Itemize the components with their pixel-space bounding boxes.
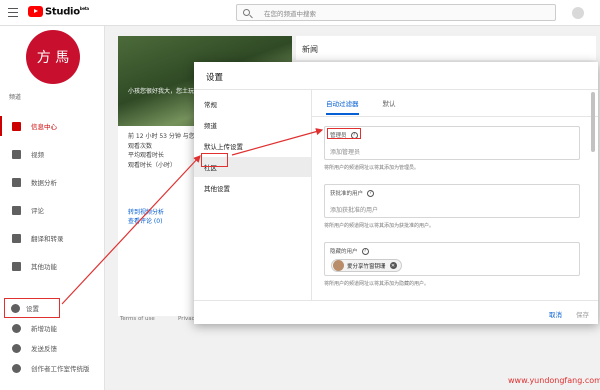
help-icon[interactable]: ? [361, 247, 369, 255]
sidebar-item-label: 评论 [31, 207, 44, 215]
sidebar-item-analytics[interactable]: 数据分析 [0, 168, 105, 196]
user-chip[interactable]: 爱分享竹窗钥珊 ✕ [331, 259, 402, 272]
sidebar: 方 馬 频道 信息中心 视频 数据分析 评论 翻译和转录 其他功能 设置 新增功… [0, 26, 105, 390]
sidebar-item-label: 新增功能 [31, 325, 57, 333]
video-icon [12, 149, 21, 159]
sidebar-item-comments[interactable]: 评论 [0, 196, 105, 224]
news-title: 新闻 [302, 45, 318, 54]
hidden-users-field[interactable]: 隐藏的用户 ? 爱分享竹窗钥珊 ✕ [324, 242, 580, 276]
search-icon [243, 9, 250, 16]
dialog-footer: 取消 保存 [194, 300, 598, 324]
video-caption: 小孩您很好我大，您土玩意 [128, 88, 201, 95]
video-links: 转到视频分析 查看评论 (0) [128, 208, 164, 226]
search-bar[interactable]: 在您的频道中搜索 [236, 4, 556, 21]
sidebar-item-classic-studio[interactable]: 创作者工作室传统版 [0, 358, 105, 378]
dashboard-icon [12, 121, 21, 131]
news-card: 新闻 [296, 36, 596, 60]
logo-text: Studiobeta [45, 6, 89, 18]
info-icon [12, 323, 21, 333]
tab-auto-filters[interactable]: 自动过滤器 [326, 98, 359, 115]
approved-users-field[interactable]: 获批准的用户 ? 添加获批准的用户 [324, 184, 580, 218]
save-button[interactable]: 保存 [576, 309, 589, 319]
sidebar-bottom: 设置 新增功能 发送反馈 创作者工作室传统版 [0, 298, 105, 378]
community-settings-panel: 自动过滤器 默认 管理员 ? 添加管理员 将所用户的频道网址以将其添加为管理员。… [312, 90, 598, 300]
approved-users-input[interactable]: 添加获批准的用户 [330, 205, 378, 214]
sidebar-item-label: 视频 [31, 151, 44, 159]
feedback-icon [12, 343, 21, 353]
sidebar-item-label: 设置 [26, 305, 39, 313]
divider [312, 116, 598, 117]
field-label: 隐藏的用户 ? [330, 247, 369, 255]
watermark: www.yundongfang.com [508, 376, 600, 385]
field-label: 获批准的用户 ? [330, 189, 375, 197]
comment-icon [12, 205, 21, 215]
annotation-box [327, 128, 361, 139]
sidebar-item-label: 其他功能 [31, 263, 57, 271]
moderators-field[interactable]: 管理员 ? 添加管理员 [324, 126, 580, 160]
close-icon[interactable]: ✕ [389, 262, 397, 269]
translate-icon [12, 233, 21, 243]
youtube-play-icon [28, 6, 43, 18]
account-avatar[interactable] [572, 7, 584, 19]
sidebar-item-dashboard[interactable]: 信息中心 [0, 112, 105, 140]
sidebar-item-whats-new[interactable]: 新增功能 [0, 318, 105, 338]
view-comments-link[interactable]: 查看评论 (0) [128, 217, 164, 226]
chip-label: 爱分享竹窗钥珊 [347, 263, 386, 270]
classic-studio-icon [12, 363, 21, 373]
hamburger-menu-icon[interactable] [8, 8, 18, 17]
gear-icon [11, 303, 20, 313]
hidden-users-label: 隐藏的用户 [330, 249, 358, 255]
settings-dialog: 设置 常规 频道 默认上传设置 社区 其他设置 自动过滤器 默认 管理员 ? 添… [194, 62, 598, 324]
analytics-icon [12, 177, 21, 187]
field-helper-text: 将所用户的频道网址以将其添加为获批准的用户。 [324, 223, 435, 229]
sidebar-nav: 信息中心 视频 数据分析 评论 翻译和转录 其他功能 [0, 112, 105, 280]
top-bar: Studiobeta 在您的频道中搜索 [0, 0, 600, 26]
settings-nav-other[interactable]: 其他设置 [194, 178, 311, 198]
tab-defaults[interactable]: 默认 [383, 98, 396, 115]
sidebar-item-translations[interactable]: 翻译和转录 [0, 224, 105, 252]
annotation-box [201, 153, 228, 167]
sidebar-item-settings[interactable]: 设置 [4, 298, 60, 318]
help-icon[interactable]: ? [367, 189, 375, 197]
sidebar-item-videos[interactable]: 视频 [0, 140, 105, 168]
sidebar-item-label: 发送反馈 [31, 345, 57, 353]
sidebar-item-feedback[interactable]: 发送反馈 [0, 338, 105, 358]
scroll-thumb[interactable] [591, 92, 595, 152]
avatar [333, 260, 344, 271]
cancel-button[interactable]: 取消 [549, 309, 562, 319]
more-features-icon [12, 261, 21, 271]
sidebar-item-label: 数据分析 [31, 179, 57, 187]
tab-bar: 自动过滤器 默认 [326, 98, 420, 115]
sidebar-item-other-features[interactable]: 其他功能 [0, 252, 105, 280]
moderators-input[interactable]: 添加管理员 [330, 147, 360, 156]
scrollbar[interactable] [591, 92, 595, 292]
channel-label: 频道 [9, 94, 22, 101]
sidebar-item-label: 信息中心 [31, 123, 57, 131]
field-helper-text: 将所用户的频道网址以将其添加为隐藏的用户。 [324, 281, 430, 287]
terms-link[interactable]: Terms of use [120, 316, 155, 322]
sidebar-item-label: 翻译和转录 [31, 235, 64, 243]
approved-users-label: 获批准的用户 [330, 191, 364, 197]
channel-avatar[interactable]: 方 馬 [26, 30, 80, 84]
search-input[interactable]: 在您的频道中搜索 [264, 8, 316, 18]
field-helper-text: 将所用户的频道网址以将其添加为管理员。 [324, 165, 420, 171]
settings-nav-general[interactable]: 常规 [194, 94, 311, 114]
settings-nav-channel[interactable]: 频道 [194, 115, 311, 135]
sidebar-item-label: 创作者工作室传统版 [31, 365, 90, 373]
dialog-title: 设置 [206, 73, 224, 83]
video-analytics-link[interactable]: 转到视频分析 [128, 208, 164, 217]
studio-logo[interactable]: Studiobeta [28, 6, 89, 17]
settings-nav: 常规 频道 默认上传设置 社区 其他设置 [194, 90, 312, 300]
